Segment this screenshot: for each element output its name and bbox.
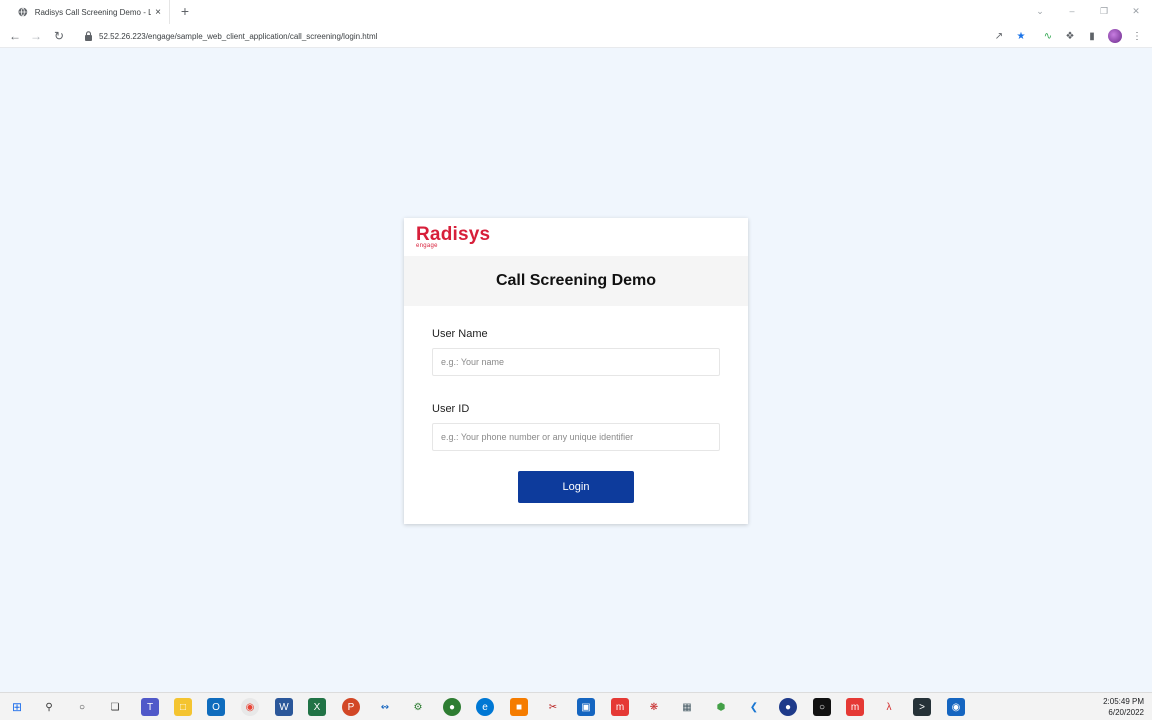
url-text[interactable]: 52.52.26.223/engage/sample_web_client_ap…: [99, 32, 377, 41]
card-header: Call Screening Demo: [404, 256, 748, 306]
username-group: User Name: [432, 328, 720, 376]
username-input[interactable]: [432, 348, 720, 376]
window-controls: ⌄ – ❐ ✕: [1024, 0, 1152, 22]
userid-label: User ID: [432, 403, 470, 415]
windows-start-icon[interactable]: ⊞: [8, 698, 26, 716]
globe-icon: [18, 7, 28, 17]
outlook-icon[interactable]: O: [207, 698, 225, 716]
userid-input[interactable]: [432, 423, 720, 451]
kebab-menu-icon[interactable]: ⋮: [1130, 28, 1144, 44]
vscode-icon[interactable]: ❮: [745, 698, 763, 716]
extension-icon[interactable]: ∿: [1041, 28, 1055, 44]
terminal-icon[interactable]: >: [913, 698, 931, 716]
address-bar[interactable]: 52.52.26.223/engage/sample_web_client_ap…: [78, 27, 1128, 45]
browser-toolbar: ← → ↻ 52.52.26.223/engage/sample_web_cli…: [0, 24, 1152, 48]
tab-search-icon[interactable]: ⌄: [1024, 0, 1056, 22]
teams-icon[interactable]: T: [141, 698, 159, 716]
globe-app-icon[interactable]: ●: [443, 698, 461, 716]
username-label: User Name: [432, 328, 488, 340]
acrobat-icon[interactable]: λ: [880, 698, 898, 716]
profile-avatar[interactable]: [1108, 29, 1122, 43]
camera-app-icon[interactable]: ◉: [947, 698, 965, 716]
blue-app-icon[interactable]: ●: [779, 698, 797, 716]
tab-title: Radisys Call Screening Demo - Li: [34, 7, 152, 17]
calculator-icon[interactable]: ▦: [678, 698, 696, 716]
userid-group: User ID: [432, 403, 720, 451]
edge-icon[interactable]: e: [476, 698, 494, 716]
search-icon[interactable]: ⚲: [40, 698, 58, 716]
login-card: Radisys engage Call Screening Demo User …: [404, 218, 748, 524]
share-icon[interactable]: ↗: [992, 28, 1006, 44]
new-tab-button[interactable]: +: [178, 3, 192, 19]
system-clock[interactable]: 2:05:49 PM 6/20/2022: [1103, 696, 1144, 718]
taskbar: ⊞ ⚲ ○ ❏ T □ O ◉ W X P ↭ ⚙ ● e ■ ✂ ▣ m ❋ …: [0, 692, 1152, 720]
clock-date: 6/20/2022: [1108, 708, 1144, 717]
restore-icon[interactable]: ❐: [1088, 0, 1120, 22]
logo-text: Radisys: [416, 224, 491, 245]
chrome-icon[interactable]: ◉: [241, 698, 259, 716]
task-view-icon[interactable]: ❏: [106, 698, 124, 716]
powerpoint-icon[interactable]: P: [342, 698, 360, 716]
snip-tool-icon[interactable]: ✂: [544, 698, 562, 716]
excel-icon[interactable]: X: [308, 698, 326, 716]
login-form: User Name User ID: [432, 328, 720, 465]
forward-arrow-icon[interactable]: →: [28, 28, 44, 44]
logo-subtext: engage: [416, 243, 438, 249]
remote-desktop-icon[interactable]: ▣: [577, 698, 595, 716]
puzzle-icon[interactable]: ❖: [1063, 28, 1077, 44]
red-app-icon[interactable]: m: [611, 698, 629, 716]
settings-app-icon[interactable]: ❋: [645, 698, 663, 716]
tab-close-icon[interactable]: ×: [155, 7, 161, 18]
clock-time: 2:05:49 PM: [1103, 697, 1144, 706]
obs-icon[interactable]: ○: [813, 698, 831, 716]
back-arrow-icon[interactable]: ←: [7, 28, 23, 44]
minimize-icon[interactable]: –: [1056, 0, 1088, 22]
app-tool-icon[interactable]: ⚙: [409, 698, 427, 716]
browser-tab[interactable]: Radisys Call Screening Demo - Li ×: [4, 0, 170, 24]
close-window-icon[interactable]: ✕: [1120, 0, 1152, 22]
green-cube-icon[interactable]: ⬢: [712, 698, 730, 716]
red-app-2-icon[interactable]: m: [846, 698, 864, 716]
word-icon[interactable]: W: [275, 698, 293, 716]
cortana-icon[interactable]: ○: [73, 698, 91, 716]
page-title: Call Screening Demo: [495, 272, 657, 289]
logo-row: Radisys engage: [404, 218, 748, 256]
radisys-logo: Radisys engage: [416, 224, 491, 250]
reload-icon[interactable]: ↻: [51, 28, 67, 44]
lock-icon[interactable]: [84, 31, 93, 41]
login-button[interactable]: Login: [518, 471, 634, 503]
side-panel-icon[interactable]: ▮: [1085, 28, 1099, 44]
browser-tabstrip: Radisys Call Screening Demo - Li × + ⌄ –…: [0, 0, 1152, 24]
orange-app-icon[interactable]: ■: [510, 698, 528, 716]
file-explorer-icon[interactable]: □: [174, 698, 192, 716]
network-tool-icon[interactable]: ↭: [376, 698, 394, 716]
star-icon[interactable]: ★: [1014, 28, 1028, 44]
